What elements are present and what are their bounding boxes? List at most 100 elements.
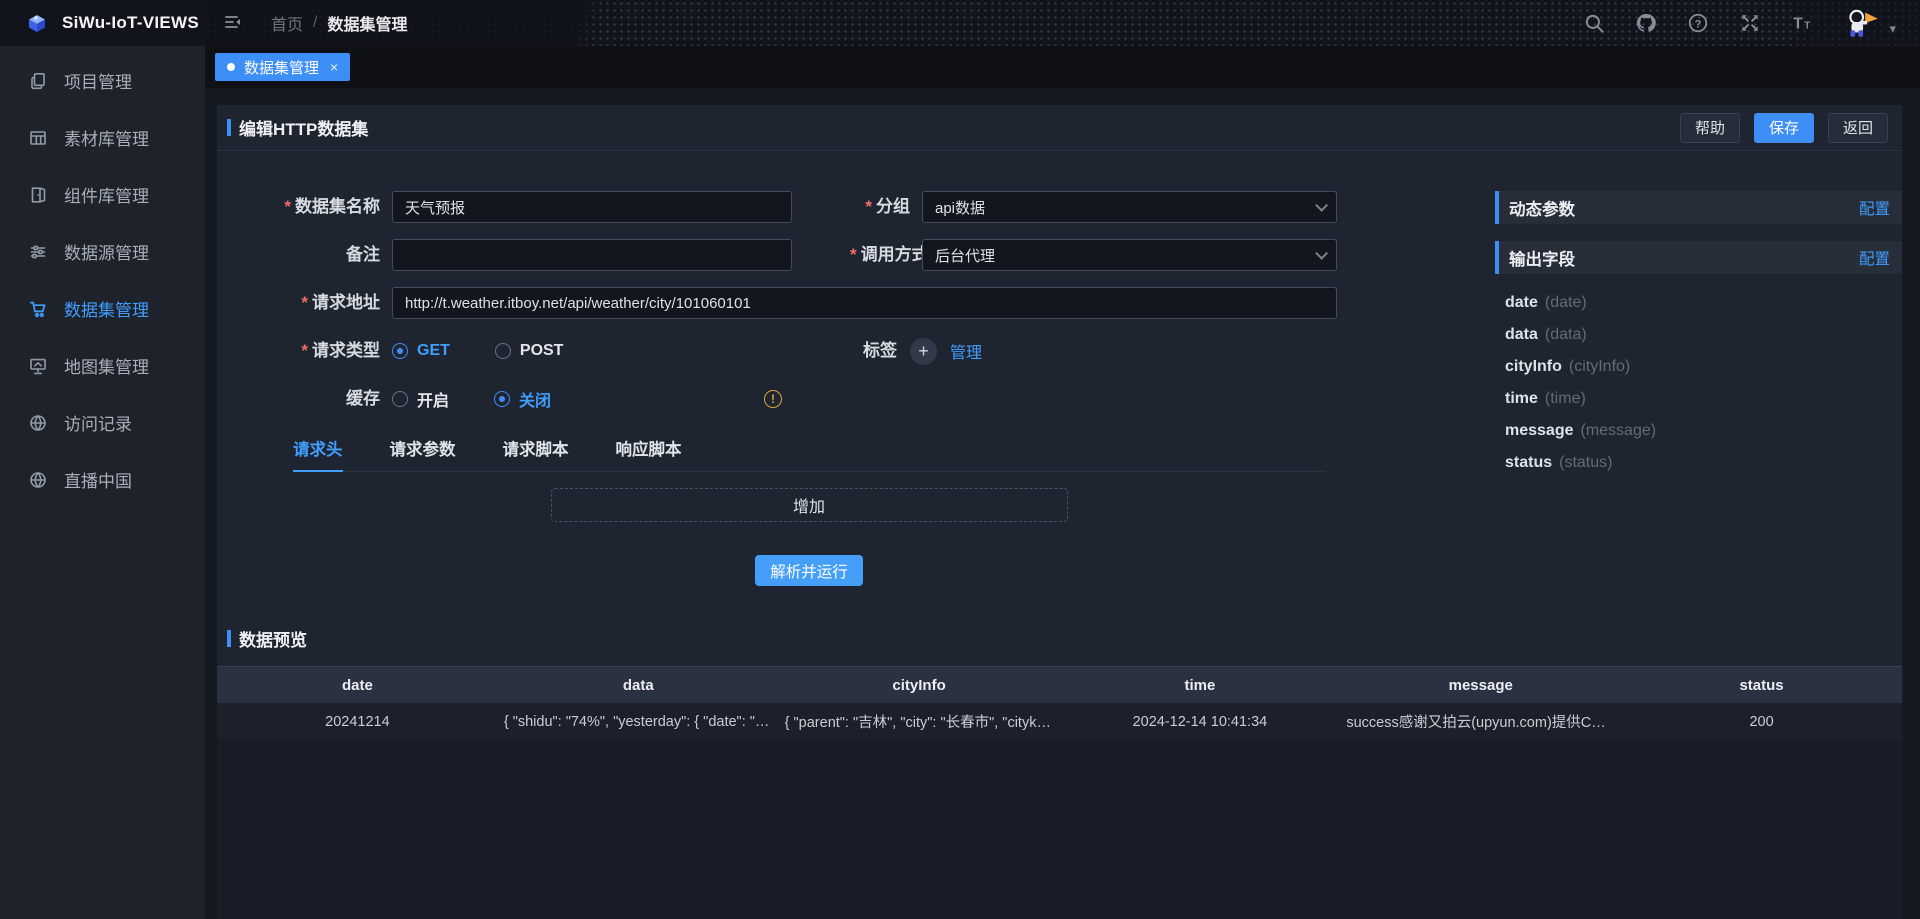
output-field: message (message) (1505, 415, 1902, 447)
back-button[interactable]: 返回 (1828, 113, 1888, 143)
sliders-icon (28, 242, 48, 262)
search-icon[interactable] (1583, 12, 1605, 34)
sidebar-item[interactable]: 素材库管理 (0, 109, 205, 166)
page-tabbar: 数据集管理 × (205, 46, 1920, 88)
preview-table-body: 20241214 { "shidu": "74%", "yesterday": … (217, 703, 1902, 919)
request-url-input[interactable] (392, 287, 1337, 319)
dataset-name-input[interactable] (392, 191, 792, 223)
topbar: 首页 / 数据集管理 ? (205, 0, 1920, 46)
chevron-down-icon (1315, 247, 1328, 260)
add-tag-button[interactable]: + (910, 338, 937, 365)
collapse-menu-icon[interactable] (223, 12, 245, 34)
user-avatar[interactable]: ▾ (1843, 7, 1896, 39)
data-preview-title: 数据预览 (239, 626, 307, 651)
globe-icon (28, 470, 48, 490)
group-select[interactable]: api数据 (922, 191, 1337, 223)
sidebar-item[interactable]: 地图集管理 (0, 337, 205, 394)
breadcrumb-home[interactable]: 首页 (271, 11, 303, 35)
sidebar-item-label: 访问记录 (64, 410, 132, 435)
sidebar-item[interactable]: 数据集管理 (0, 280, 205, 337)
tab-dataset-management[interactable]: 数据集管理 × (215, 53, 350, 81)
column-header: time (1059, 677, 1340, 694)
dynamic-params-config-link[interactable]: 配置 (1859, 197, 1890, 219)
preview-table-header: date data cityInfo time message status (217, 666, 1902, 703)
sidebar-menu: 项目管理 素材库管理 组件库管理 数据源管理 数据集管理 (0, 46, 205, 508)
radio-icon (392, 391, 408, 407)
output-field: status (status) (1505, 447, 1902, 479)
table-row[interactable]: 20241214 { "shidu": "74%", "yesterday": … (217, 703, 1902, 740)
page-title: 编辑HTTP数据集 (239, 115, 368, 140)
radio-option[interactable]: GET (392, 342, 450, 360)
add-header-button[interactable]: 增加 (551, 488, 1068, 522)
sidebar-item-label: 素材库管理 (64, 125, 149, 150)
output-field: time (time) (1505, 383, 1902, 415)
output-fields-config-link[interactable]: 配置 (1859, 247, 1890, 269)
sidebar-item-label: 数据集管理 (64, 296, 149, 321)
svg-text:T: T (1794, 16, 1804, 33)
output-fields-list: date (date) data (data) cityInfo ( (1495, 274, 1902, 479)
tab-label: 数据集管理 (244, 57, 319, 78)
app-logo-row: SiWu-IoT-VIEWS (0, 0, 205, 46)
invoke-mode-select[interactable]: 后台代理 (922, 239, 1337, 271)
github-icon[interactable] (1635, 12, 1657, 34)
column-header: date (217, 677, 498, 694)
sidebar-item-label: 组件库管理 (64, 182, 149, 207)
sidebar-item[interactable]: 直播中国 (0, 451, 205, 508)
cell-date: 20241214 (217, 714, 498, 730)
sidebar-item-label: 地图集管理 (64, 353, 149, 378)
sidebar-item[interactable]: 项目管理 (0, 52, 205, 109)
close-icon[interactable]: × (330, 59, 338, 75)
radio-option[interactable]: POST (495, 342, 564, 360)
copy-icon (28, 71, 48, 91)
radio-icon (392, 343, 408, 359)
breadcrumb: 首页 / 数据集管理 (271, 11, 407, 35)
editor-panel: 编辑HTTP数据集 帮助 保存 返回 数据集名称 分组 api数据 (217, 105, 1902, 919)
sidebar-item[interactable]: 组件库管理 (0, 166, 205, 223)
font-size-icon[interactable]: T T (1791, 12, 1813, 34)
save-button[interactable]: 保存 (1754, 113, 1814, 143)
caret-down-icon[interactable]: ▾ (1889, 21, 1896, 37)
title-accent-bar (227, 119, 231, 136)
request-tab[interactable]: 请求头 (293, 436, 343, 472)
app-title: SiWu-IoT-VIEWS (62, 13, 199, 33)
grid-icon (28, 128, 48, 148)
sidebar-item-label: 项目管理 (64, 68, 132, 93)
request-url-label: 请求地址 (217, 287, 392, 319)
sidebar: SiWu-IoT-VIEWS 项目管理 素材库管理 组件库管理 数据源管理 (0, 0, 205, 919)
radio-option[interactable]: 关闭 (494, 387, 551, 411)
presentation-icon (28, 356, 48, 376)
help-button[interactable]: 帮助 (1680, 113, 1740, 143)
request-tab[interactable]: 请求脚本 (503, 436, 569, 472)
radio-icon (495, 343, 511, 359)
request-type-label: 请求类型 (217, 335, 392, 367)
cell-status: 200 (1621, 714, 1902, 730)
manage-tags-link[interactable]: 管理 (950, 339, 982, 363)
help-icon[interactable]: ? (1687, 12, 1709, 34)
radio-option[interactable]: 开启 (392, 387, 449, 411)
invoke-mode-label: 调用方式 (850, 239, 922, 271)
column-header: cityInfo (779, 677, 1060, 694)
fullscreen-icon[interactable] (1739, 12, 1761, 34)
remark-label: 备注 (217, 239, 392, 271)
cell-data: { "shidu": "74%", "yesterday": { "date":… (498, 714, 779, 730)
output-field: cityInfo (cityInfo) (1505, 351, 1902, 383)
cache-label: 缓存 (217, 383, 392, 415)
svg-text:T: T (1805, 21, 1811, 32)
sidebar-item[interactable]: 数据源管理 (0, 223, 205, 280)
cart-icon (28, 299, 48, 319)
parse-and-run-button[interactable]: 解析并运行 (755, 555, 863, 586)
warning-icon[interactable]: ! (764, 390, 782, 408)
sidebar-item-label: 数据源管理 (64, 239, 149, 264)
active-dot (227, 63, 235, 71)
remark-input[interactable] (392, 239, 792, 271)
column-header: data (498, 677, 779, 694)
radio-icon (494, 391, 510, 407)
request-tab[interactable]: 请求参数 (390, 436, 456, 472)
cell-time: 2024-12-14 10:41:34 (1059, 714, 1340, 730)
breadcrumb-current: 数据集管理 (327, 11, 407, 35)
request-tab[interactable]: 响应脚本 (616, 436, 682, 472)
output-fields-header: 输出字段 配置 (1495, 241, 1902, 274)
sidebar-item[interactable]: 访问记录 (0, 394, 205, 451)
chevron-down-icon (1315, 199, 1328, 212)
request-tabs: 请求头 请求参数 请求脚本 响应脚本 (293, 436, 1325, 472)
